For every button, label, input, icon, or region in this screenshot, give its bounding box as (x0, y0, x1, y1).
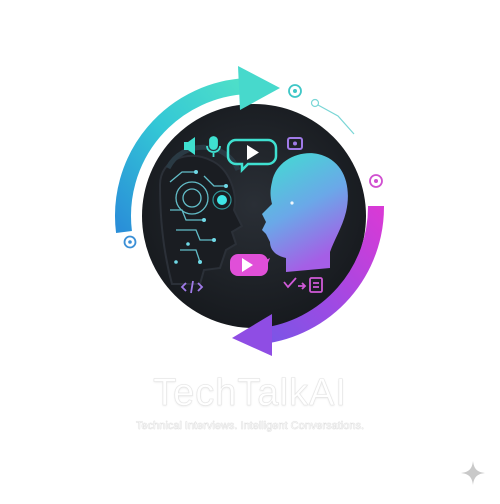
chat-bubble-icon (288, 84, 302, 98)
top-arrowhead (238, 66, 280, 110)
sparkle-icon (461, 461, 485, 485)
brand-name: TechTalkAI (153, 372, 347, 415)
logo-canvas: TechTalkAI Technical Interviews. Intelli… (0, 0, 500, 500)
tagline: Technical Interviews. Intelligent Conver… (135, 420, 365, 432)
play-bubble-pink-icon (230, 254, 270, 276)
chat-bubble-blue-icon (123, 235, 137, 249)
chat-bubble-pink-icon (369, 174, 383, 188)
ai-eye (217, 195, 227, 205)
